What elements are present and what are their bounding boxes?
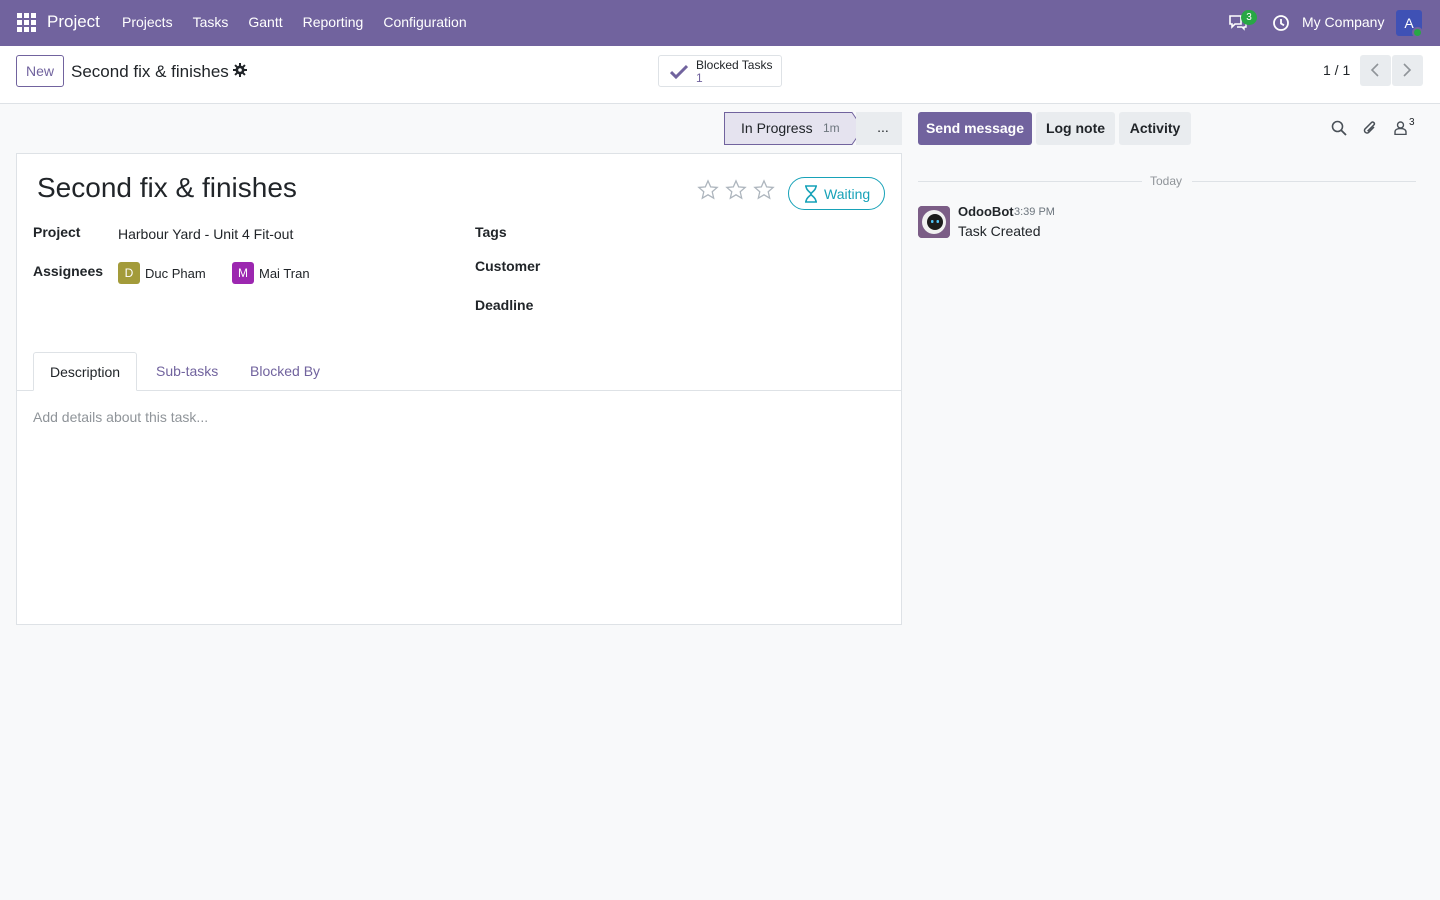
main-menu: Projects Tasks Gantt Reporting Configura… bbox=[122, 14, 487, 30]
assignee-name: Duc Pham bbox=[145, 265, 206, 281]
chat-count-badge: 3 bbox=[1241, 10, 1257, 25]
company-switcher[interactable]: My Company bbox=[1302, 14, 1384, 30]
state-label: Waiting bbox=[824, 186, 871, 202]
deadline-label: Deadline bbox=[475, 297, 534, 313]
tab-description[interactable]: Description bbox=[33, 352, 138, 391]
message-body: Task Created bbox=[958, 223, 1041, 239]
menu-item-configuration[interactable]: Configuration bbox=[383, 14, 466, 30]
hourglass-icon bbox=[805, 185, 817, 203]
date-separator: Today bbox=[1150, 174, 1183, 188]
paperclip-icon[interactable] bbox=[1362, 119, 1378, 140]
divider bbox=[1192, 181, 1416, 182]
blocked-tasks-count: 1 bbox=[696, 71, 703, 85]
check-icon bbox=[669, 64, 689, 80]
message-time: 3:39 PM bbox=[1014, 206, 1055, 218]
activity-button[interactable]: Activity bbox=[1119, 112, 1191, 145]
form-sheet: Second fix & finishes Waiting Project Ha… bbox=[16, 153, 902, 625]
avatar: D bbox=[118, 262, 140, 284]
assignee-tag[interactable]: M Mai Tran bbox=[232, 262, 310, 284]
send-message-button[interactable]: Send message bbox=[918, 112, 1032, 145]
breadcrumb-title: Second fix & finishes bbox=[71, 62, 229, 81]
followers-count: 3 bbox=[1409, 117, 1415, 128]
blocked-tasks-smart-button[interactable]: Blocked Tasks 1 bbox=[658, 55, 782, 87]
menu-item-reporting[interactable]: Reporting bbox=[303, 14, 364, 30]
state-waiting-button[interactable]: Waiting bbox=[788, 177, 885, 210]
new-button[interactable]: New bbox=[16, 55, 65, 87]
pager-previous-button[interactable] bbox=[1360, 55, 1391, 86]
description-editor[interactable]: Add details about this task... bbox=[33, 409, 208, 425]
assignee-tag[interactable]: D Duc Pham bbox=[118, 262, 206, 284]
search-icon[interactable] bbox=[1331, 120, 1347, 139]
avatar: M bbox=[232, 262, 254, 284]
customer-label: Customer bbox=[475, 258, 541, 274]
gear-icon[interactable] bbox=[233, 63, 247, 77]
tags-label: Tags bbox=[475, 224, 507, 240]
menu-item-projects[interactable]: Projects bbox=[122, 14, 173, 30]
more-stages-button[interactable]: ... bbox=[856, 112, 902, 145]
star-icon[interactable] bbox=[753, 179, 775, 201]
star-icon[interactable] bbox=[697, 179, 719, 201]
online-status-icon bbox=[1412, 27, 1423, 38]
apps-menu-icon[interactable] bbox=[17, 13, 36, 32]
project-field[interactable]: Harbour Yard - Unit 4 Fit-out bbox=[118, 226, 293, 242]
priority-stars bbox=[697, 179, 775, 201]
clock-icon[interactable] bbox=[1272, 14, 1290, 32]
blocked-tasks-label: Blocked Tasks bbox=[696, 58, 773, 72]
app-name[interactable]: Project bbox=[47, 12, 100, 32]
star-icon[interactable] bbox=[725, 179, 747, 201]
log-note-button[interactable]: Log note bbox=[1036, 112, 1115, 145]
assignee-name: Mai Tran bbox=[259, 265, 310, 281]
tab-sub-tasks[interactable]: Sub-tasks bbox=[140, 352, 234, 391]
stage-in-progress[interactable]: In Progress 1m bbox=[724, 112, 864, 145]
stage-label: In Progress bbox=[741, 120, 813, 136]
assignees-label: Assignees bbox=[33, 263, 104, 279]
followers-icon[interactable] bbox=[1394, 121, 1407, 138]
control-panel: New Second fix & finishes Blocked Tasks … bbox=[0, 46, 1440, 104]
divider bbox=[918, 181, 1142, 182]
stage-duration: 1m bbox=[823, 121, 840, 135]
project-label: Project bbox=[33, 224, 81, 240]
pager-value[interactable]: 1 / 1 bbox=[1323, 62, 1350, 78]
odoobot-avatar[interactable] bbox=[918, 206, 950, 238]
menu-item-gantt[interactable]: Gantt bbox=[248, 14, 282, 30]
pager-next-button[interactable] bbox=[1392, 55, 1423, 86]
menu-item-tasks[interactable]: Tasks bbox=[193, 14, 229, 30]
task-title-input[interactable]: Second fix & finishes bbox=[37, 172, 297, 204]
message-author[interactable]: OdooBot bbox=[958, 204, 1014, 219]
tab-blocked-by[interactable]: Blocked By bbox=[234, 352, 336, 391]
top-navbar: Project Projects Tasks Gantt Reporting C… bbox=[0, 0, 1440, 46]
notebook-tabs: Description Sub-tasks Blocked By bbox=[17, 352, 901, 391]
